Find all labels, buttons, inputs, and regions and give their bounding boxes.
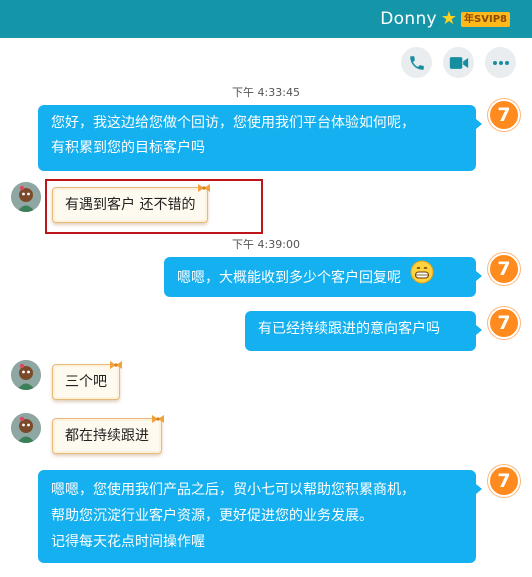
character-avatar-icon <box>11 360 41 390</box>
customer-avatar[interactable] <box>11 360 41 390</box>
agent-logo-icon: 7 <box>497 469 511 492</box>
highlight-box <box>45 179 263 234</box>
video-call-button[interactable] <box>443 47 474 78</box>
incoming-message: 三个吧 <box>52 361 122 400</box>
more-options-button[interactable] <box>485 47 516 78</box>
customer-avatar[interactable] <box>11 413 41 443</box>
agent-logo-icon: 7 <box>497 103 511 126</box>
agent-logo-icon: 7 <box>497 311 511 334</box>
timestamp: 下午 4:33:45 <box>232 86 300 99</box>
outgoing-message: 您好，我这边给您做个回访，您使用我们平台体验如何呢， 有积累到您的目标客户吗 <box>38 105 482 171</box>
bow-icon <box>152 415 164 423</box>
message-line: 帮助您沉淀行业客户资源，更好促进您的业务发展。 <box>51 508 373 524</box>
agent-avatar[interactable]: 7 <box>488 99 520 131</box>
outgoing-message: 嗯嗯，您使用我们产品之后，贸小七可以帮助您积累商机， 帮助您沉淀行业客户资源，更… <box>38 470 482 563</box>
timestamp: 下午 4:39:00 <box>232 238 300 251</box>
message-text: 有已经持续跟进的意向客户吗 <box>258 321 440 337</box>
message-line: 您好，我这边给您做个回访，您使用我们平台体验如何呢， <box>51 115 415 131</box>
more-icon <box>492 60 509 65</box>
message-line: 记得每天花点时间操作喔 <box>51 534 205 550</box>
outgoing-message: 有已经持续跟进的意向客户吗 <box>245 311 482 351</box>
character-avatar-icon <box>11 413 41 443</box>
agent-avatar[interactable]: 7 <box>488 465 520 497</box>
outgoing-message: 嗯嗯，大概能收到多少个客户回复呢 <box>164 257 482 297</box>
character-avatar-icon <box>11 182 41 212</box>
star-icon: ★ <box>440 8 458 29</box>
customer-avatar[interactable] <box>11 182 41 212</box>
phone-icon <box>409 55 424 70</box>
message-text: 都在持续跟进 <box>65 428 149 444</box>
chat-header: Donny ★ 年SVIP8 <box>0 0 532 38</box>
chat-toolbar <box>401 47 516 78</box>
message-text: 嗯嗯，大概能收到多少个客户回复呢 <box>177 270 401 286</box>
agent-avatar[interactable]: 7 <box>488 253 520 285</box>
contact-name: Donny <box>380 9 437 29</box>
message-text: 三个吧 <box>65 374 107 390</box>
grin-emoji-icon <box>410 260 434 293</box>
video-icon <box>449 56 468 69</box>
vip-badge: 年SVIP8 <box>461 11 510 27</box>
message-line: 嗯嗯，您使用我们产品之后，贸小七可以帮助您积累商机， <box>51 482 415 498</box>
phone-call-button[interactable] <box>401 47 432 78</box>
message-line: 有积累到您的目标客户吗 <box>51 140 205 156</box>
agent-avatar[interactable]: 7 <box>488 307 520 339</box>
agent-logo-icon: 7 <box>497 257 511 280</box>
incoming-message: 都在持续跟进 <box>52 415 164 454</box>
bow-icon <box>110 361 122 369</box>
